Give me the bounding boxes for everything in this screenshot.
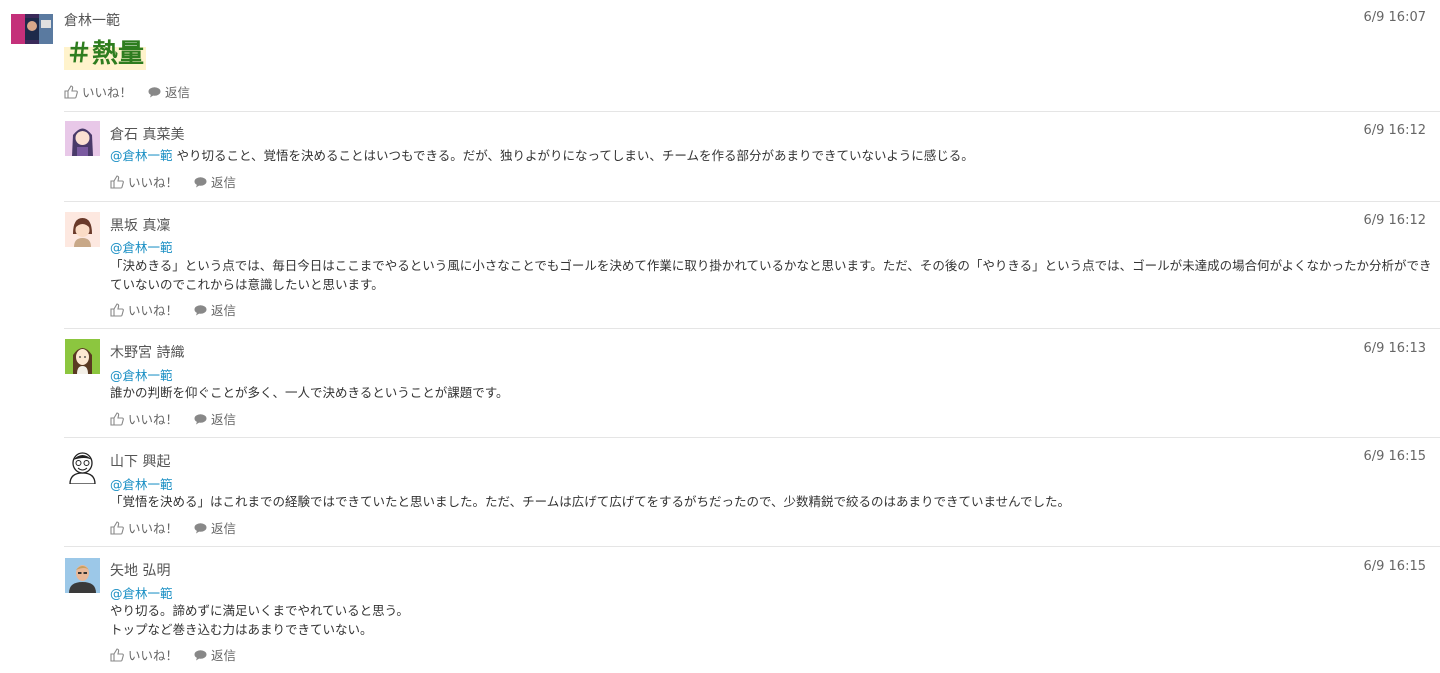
comment-actions: いいね！ 返信 bbox=[110, 300, 252, 319]
avatar[interactable] bbox=[65, 558, 100, 593]
comment-author[interactable]: 木野宮 詩織 bbox=[110, 342, 184, 362]
comment-text-line: トップなど巻き込む力はあまりできていない。 bbox=[110, 622, 373, 637]
like-button[interactable]: いいね！ bbox=[110, 645, 178, 664]
like-label: いいね！ bbox=[128, 412, 179, 427]
thumbs-up-icon bbox=[110, 174, 124, 189]
comment-text: 誰かの判断を仰ぐことが多く、一人で決めきるということが課題です。 bbox=[110, 385, 509, 400]
comment-text: 「覚悟を決める」はこれまでの経験ではできていたと思いました。ただ、チームは広げて… bbox=[110, 494, 1071, 509]
comment-actions: いいね！ 返信 bbox=[110, 518, 252, 537]
comment-text-line: ていないのでこれからは意識したいと思います。 bbox=[110, 277, 384, 292]
thumbs-up-icon bbox=[110, 520, 124, 535]
comment-text-line: やり切る。諦めずに満足いくまでやれていると思う。 bbox=[110, 603, 409, 618]
comment-author[interactable]: 黒坂 真凜 bbox=[110, 215, 170, 235]
reply-button[interactable]: 返信 bbox=[194, 409, 236, 428]
reply-button[interactable]: 返信 bbox=[194, 518, 236, 537]
mention-link[interactable]: @倉林一範 bbox=[110, 583, 173, 602]
comment-actions: いいね！ 返信 bbox=[110, 409, 252, 428]
like-label: いいね！ bbox=[128, 303, 179, 318]
thumbs-up-icon bbox=[110, 302, 124, 317]
mention-link[interactable]: @倉林一範 bbox=[110, 365, 173, 384]
avatar[interactable] bbox=[65, 121, 100, 156]
speech-bubble-icon bbox=[194, 649, 207, 660]
comment-body: やり切る。諦めずに満足いくまでやれていると思う。 トップなど巻き込む力はあまりで… bbox=[110, 601, 409, 639]
reply-label: 返信 bbox=[211, 648, 237, 663]
comment-timestamp: 6/9 16:15 bbox=[1363, 449, 1426, 464]
mention-link[interactable]: @倉林一範 bbox=[110, 148, 173, 163]
divider bbox=[64, 201, 1440, 202]
speech-bubble-icon bbox=[194, 413, 207, 424]
like-label: いいね！ bbox=[128, 648, 179, 663]
avatar[interactable] bbox=[65, 449, 100, 484]
reply-label: 返信 bbox=[211, 303, 237, 318]
comment-actions: いいね！ 返信 bbox=[110, 645, 252, 664]
like-button[interactable]: いいね！ bbox=[64, 82, 132, 101]
avatar[interactable] bbox=[65, 212, 100, 247]
reply-label: 返信 bbox=[211, 521, 237, 536]
mention-link[interactable]: @倉林一範 bbox=[110, 474, 173, 493]
like-label: いいね！ bbox=[128, 521, 179, 536]
reply-button[interactable]: 返信 bbox=[148, 82, 190, 101]
comment-actions: いいね！ 返信 bbox=[110, 172, 252, 191]
divider bbox=[64, 328, 1440, 329]
comment-text: やり切ること、覚悟を決めることはいつもできる。だが、独りよがりになってしまい、チ… bbox=[176, 148, 974, 163]
like-button[interactable]: いいね！ bbox=[110, 300, 178, 319]
reply-label: 返信 bbox=[211, 412, 237, 427]
thumbs-up-icon bbox=[110, 647, 124, 662]
post-actions: いいね！ 返信 bbox=[64, 82, 206, 101]
speech-bubble-icon bbox=[194, 522, 207, 533]
hashtag[interactable]: ＃熱量 bbox=[64, 38, 147, 70]
thumbs-up-icon bbox=[110, 411, 124, 426]
like-button[interactable]: いいね！ bbox=[110, 172, 178, 191]
reply-label: 返信 bbox=[211, 175, 237, 190]
like-label: いいね！ bbox=[128, 175, 179, 190]
reply-button[interactable]: 返信 bbox=[194, 645, 236, 664]
comment-text-line: 「決めきる」という点では、毎日今日はここまでやるという風に小さなことでもゴールを… bbox=[110, 258, 1432, 273]
mention-link[interactable]: @倉林一範 bbox=[110, 237, 173, 256]
divider bbox=[64, 437, 1440, 438]
comment-timestamp: 6/9 16:15 bbox=[1363, 559, 1426, 574]
comment-author[interactable]: 倉石 真菜美 bbox=[110, 124, 184, 144]
avatar[interactable] bbox=[11, 14, 53, 44]
comment-timestamp: 6/9 16:13 bbox=[1363, 341, 1426, 356]
comment-body: @倉林一範 やり切ること、覚悟を決めることはいつもできる。だが、独りよがりになっ… bbox=[110, 146, 974, 165]
reply-button[interactable]: 返信 bbox=[194, 300, 236, 319]
like-button[interactable]: いいね！ bbox=[110, 409, 178, 428]
post-timestamp: 6/9 16:07 bbox=[1363, 10, 1426, 25]
divider bbox=[64, 546, 1440, 547]
comment-author[interactable]: 山下 興起 bbox=[110, 451, 170, 471]
like-button[interactable]: いいね！ bbox=[110, 518, 178, 537]
speech-bubble-icon bbox=[194, 304, 207, 315]
thumbs-up-icon bbox=[64, 84, 78, 99]
reply-button[interactable]: 返信 bbox=[194, 172, 236, 191]
speech-bubble-icon bbox=[148, 86, 161, 97]
speech-bubble-icon bbox=[194, 176, 207, 187]
comment-timestamp: 6/9 16:12 bbox=[1363, 123, 1426, 138]
comment-timestamp: 6/9 16:12 bbox=[1363, 213, 1426, 228]
comment-body: 「決めきる」という点では、毎日今日はここまでやるという風に小さなことでもゴールを… bbox=[110, 256, 1436, 294]
comment-author[interactable]: 矢地 弘明 bbox=[110, 560, 170, 580]
post-author[interactable]: 倉林一範 bbox=[64, 10, 120, 30]
like-label: いいね！ bbox=[82, 85, 133, 100]
reply-label: 返信 bbox=[165, 85, 191, 100]
divider bbox=[64, 111, 1440, 112]
avatar[interactable] bbox=[65, 339, 100, 374]
